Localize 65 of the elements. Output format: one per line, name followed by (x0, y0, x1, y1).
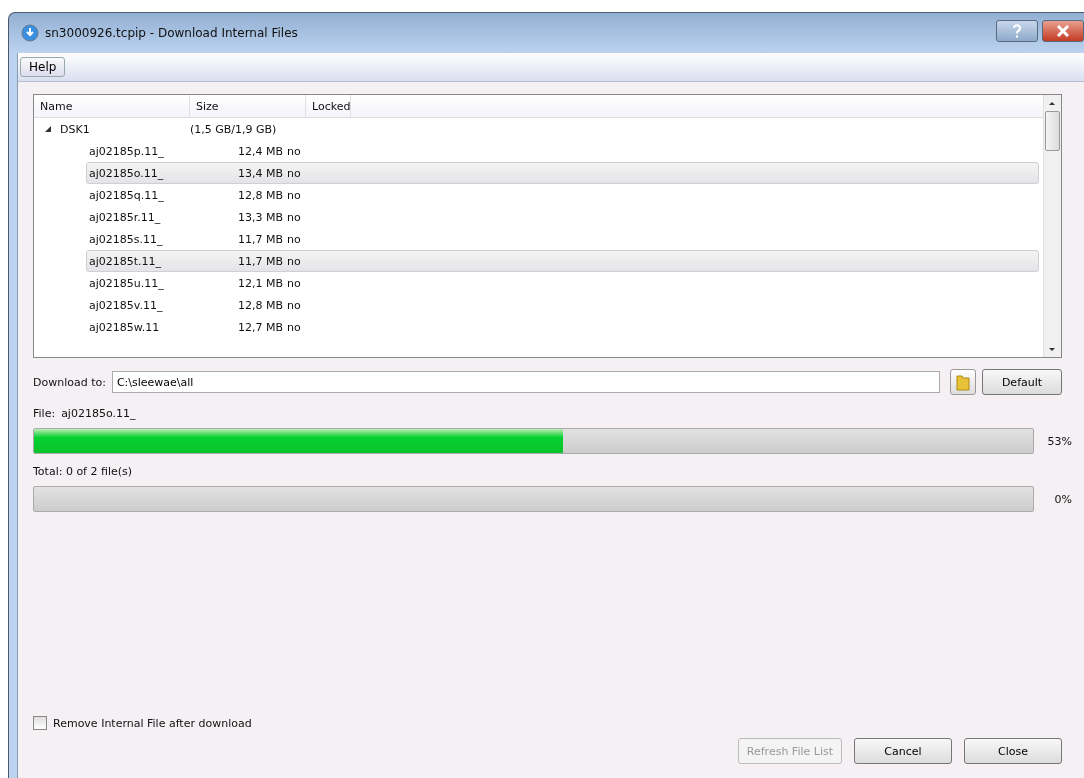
window-title: sn3000926.tcpip - Download Internal Files (45, 26, 298, 40)
locked-value: no (287, 210, 301, 224)
file-size: 12,1 MB (236, 276, 284, 290)
file-name: aj02185o.11_ (88, 166, 165, 180)
download-icon (21, 24, 39, 42)
file-name: aj02185r.11_ (88, 210, 162, 224)
file-row[interactable]: aj02185o.11_ 13,4 MB no (86, 162, 1039, 184)
locked-value: no (287, 320, 301, 334)
download-to-label: Download to: (33, 375, 106, 389)
locked-value: no (287, 232, 301, 246)
file-label: File: (33, 406, 56, 420)
column-header[interactable]: Locked (306, 95, 352, 117)
current-file-name: aj02185o.11_ (61, 406, 136, 420)
file-row[interactable]: aj02185t.11_ 11,7 MB no (86, 250, 1039, 272)
file-row[interactable]: aj02185q.11_ 12,8 MB no (86, 184, 1039, 206)
file-row[interactable]: aj02185w.11 12,7 MB no (86, 316, 1039, 338)
file-row[interactable]: aj02185u.11_ 12,1 MB no (86, 272, 1039, 294)
scroll-thumb[interactable] (1045, 111, 1060, 151)
close-button[interactable] (1042, 20, 1084, 42)
file-row[interactable]: aj02185s.11_ 11,7 MB no (86, 228, 1039, 250)
locked-value: no (287, 298, 301, 312)
file-size: 11,7 MB (236, 254, 284, 268)
path-field[interactable]: C:\sleewae\all (111, 371, 940, 393)
file-row[interactable]: aj02185p.11_ 12,4 MB no (86, 140, 1039, 162)
column-header[interactable]: Size (190, 95, 306, 117)
file-row[interactable]: aj02185v.11_ 12,8 MB no (86, 294, 1039, 316)
column-header[interactable]: Name (34, 95, 190, 117)
folder-icon (956, 373, 970, 391)
locked-value: no (287, 188, 301, 202)
locked-value: no (287, 144, 301, 158)
question-mark-icon (1011, 24, 1023, 38)
file-row[interactable]: aj02185r.11_ 13,3 MB no (86, 206, 1039, 228)
file-name: aj02185u.11_ (88, 276, 165, 290)
locked-value: no (287, 254, 301, 268)
file-name: aj02185p.11_ (88, 144, 165, 158)
dialog-button[interactable]: Cancel (854, 738, 952, 764)
menu-item[interactable]: Help (20, 57, 66, 77)
file-progress-percent: 53% (1046, 434, 1072, 448)
dialog-button[interactable]: Close (964, 738, 1062, 764)
file-size: 12,4 MB (236, 144, 284, 158)
locked-value: no (287, 166, 301, 180)
drive-name: DSK1 (60, 122, 91, 136)
checkbox-label: Remove Internal File after download (53, 716, 252, 730)
help-button[interactable] (996, 20, 1038, 42)
file-name: aj02185v.11_ (88, 298, 164, 312)
browse-button[interactable] (950, 369, 976, 395)
file-size: 13,4 MB (236, 166, 284, 180)
file-name: aj02185t.11_ (88, 254, 163, 268)
file-name: aj02185w.11 (88, 320, 161, 334)
file-size: 11,7 MB (236, 232, 284, 246)
file-size: 12,7 MB (236, 320, 284, 334)
checkbox[interactable] (33, 716, 47, 730)
default-button[interactable]: Default (982, 369, 1062, 395)
close-icon (1056, 25, 1070, 37)
scrollbar[interactable] (1043, 95, 1061, 357)
file-size: 13,3 MB (236, 210, 284, 224)
file-size: 12,8 MB (236, 188, 284, 202)
locked-value: no (287, 276, 301, 290)
total-label: Total: 0 of 2 file(s) (33, 464, 133, 478)
drive-capacity: (1,5 GB/1,9 GB) (190, 122, 278, 136)
file-name: aj02185q.11_ (88, 188, 165, 202)
file-name: aj02185s.11_ (88, 232, 164, 246)
file-size: 12,8 MB (236, 298, 284, 312)
expand-arrow-icon[interactable] (44, 125, 52, 133)
total-progress-percent: 0% (1053, 492, 1072, 506)
